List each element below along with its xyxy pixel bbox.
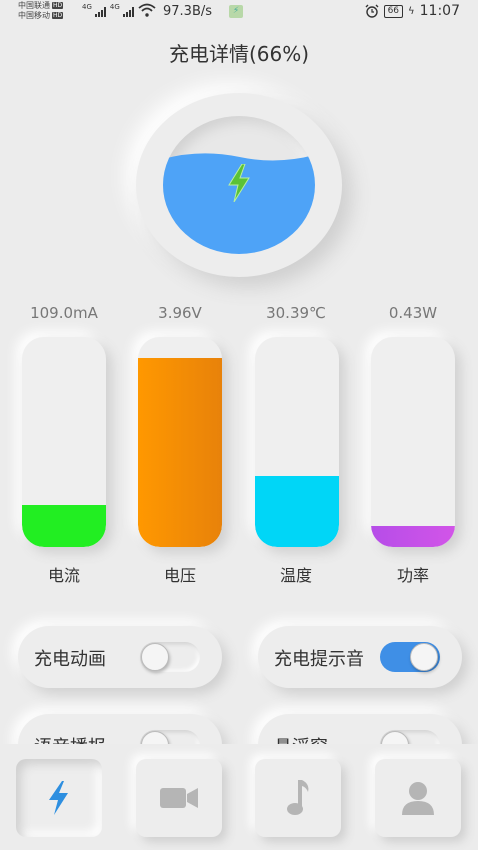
signal-bars-icon bbox=[94, 7, 106, 17]
temperature-value: 30.39℃ bbox=[266, 304, 326, 322]
net-speed: 97.3B/s bbox=[163, 4, 213, 19]
lightning-icon bbox=[49, 781, 68, 815]
page-title: 充电详情(66%) bbox=[168, 42, 310, 66]
signal-1-icon: 4G bbox=[82, 3, 92, 11]
charge-sound-toggle[interactable] bbox=[380, 642, 440, 672]
signal-bars-icon bbox=[122, 7, 134, 17]
charging-bolt-icon: ϟ bbox=[408, 5, 415, 17]
hd-badge: HD bbox=[52, 12, 64, 19]
carrier-1: 中国联通 bbox=[18, 1, 50, 10]
lightning-icon bbox=[228, 164, 250, 202]
current-value: 109.0mA bbox=[30, 304, 98, 322]
temperature-gauge-fill bbox=[255, 475, 339, 547]
status-right: 66 ϟ 11:07 bbox=[365, 3, 460, 19]
voltage-label: 电压 bbox=[163, 566, 196, 585]
voltage-gauge bbox=[138, 337, 222, 547]
current-label: 电流 bbox=[47, 566, 80, 585]
music-note-icon bbox=[287, 780, 309, 815]
tab-charge[interactable] bbox=[16, 759, 102, 837]
tab-profile[interactable] bbox=[375, 759, 461, 837]
toggle-knob bbox=[141, 643, 169, 671]
person-icon bbox=[402, 782, 434, 815]
clock: 11:07 bbox=[419, 3, 460, 19]
tab-video[interactable] bbox=[136, 759, 222, 837]
temperature-gauge bbox=[255, 337, 339, 547]
battery-indicator: 66 bbox=[383, 4, 404, 18]
current-gauge-fill bbox=[22, 505, 106, 547]
charge-animation-label: 充电动画 bbox=[34, 649, 106, 670]
current-gauge bbox=[22, 337, 106, 547]
carrier-info: 中国联通 HD 中国移动 HD bbox=[18, 1, 64, 21]
charge-sound-label: 充电提示音 bbox=[274, 649, 364, 670]
signal-2-icon: 4G bbox=[109, 3, 120, 11]
voltage-value: 3.96V bbox=[158, 304, 202, 322]
wifi-icon bbox=[138, 3, 156, 17]
power-gauge-fill bbox=[371, 526, 455, 547]
toggle-knob bbox=[410, 643, 438, 671]
voltage-gauge-fill bbox=[138, 358, 222, 547]
charge-bowl bbox=[163, 116, 315, 254]
temperature-label: 温度 bbox=[279, 566, 312, 585]
video-camera-icon bbox=[160, 788, 198, 808]
charge-animation-card: 充电动画 bbox=[18, 626, 222, 688]
power-label: 功率 bbox=[396, 566, 429, 585]
hd-badge: HD bbox=[52, 2, 64, 9]
alarm-icon bbox=[365, 4, 379, 18]
tab-music[interactable] bbox=[255, 759, 341, 837]
status-bar: 中国联通 HD 中国移动 HD 4G 4G 97.3B/s ⚡ 66 ϟ 11:07 bbox=[0, 0, 478, 26]
power-gauge bbox=[371, 337, 455, 547]
carrier-2: 中国移动 bbox=[18, 11, 50, 20]
charging-notification-icon: ⚡ bbox=[229, 5, 243, 18]
signal-icons: 4G 4G bbox=[82, 3, 156, 17]
charge-sound-card: 充电提示音 bbox=[258, 626, 462, 688]
charge-animation-toggle[interactable] bbox=[140, 642, 200, 672]
power-value: 0.43W bbox=[388, 304, 438, 322]
